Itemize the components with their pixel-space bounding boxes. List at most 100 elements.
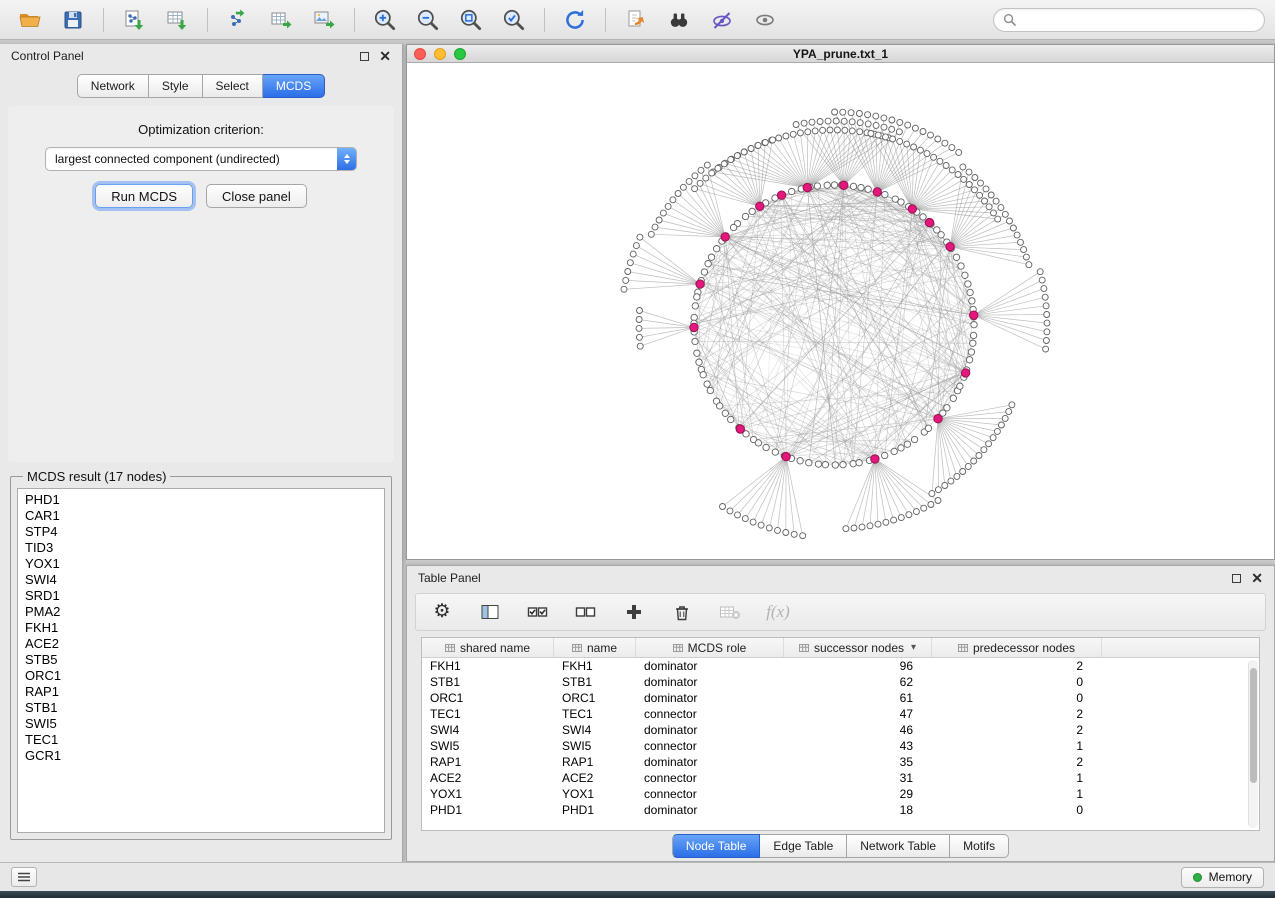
result-node-item[interactable]: ACE2 — [18, 636, 384, 652]
export-table-button[interactable] — [261, 5, 301, 35]
tab-network[interactable]: Network — [77, 74, 149, 98]
table-row[interactable]: RAP1RAP1dominator352 — [422, 754, 1259, 770]
share-document-button[interactable] — [616, 5, 656, 35]
sort-chevron-icon[interactable]: ▾ — [911, 642, 916, 653]
column-type-icon — [673, 643, 683, 653]
table-cell: connector — [636, 707, 784, 721]
result-node-item[interactable]: STB5 — [18, 652, 384, 668]
result-node-item[interactable]: ORC1 — [18, 668, 384, 684]
zoom-fit-button[interactable] — [451, 5, 491, 35]
import-network-button[interactable] — [114, 5, 154, 35]
result-node-item[interactable]: TID3 — [18, 540, 384, 556]
table-row[interactable]: PHD1PHD1dominator180 — [422, 802, 1259, 818]
result-node-item[interactable]: TEC1 — [18, 732, 384, 748]
close-panel-icon[interactable]: ✕ — [1251, 573, 1263, 583]
result-node-item[interactable]: GCR1 — [18, 748, 384, 764]
result-node-item[interactable]: RAP1 — [18, 684, 384, 700]
result-node-item[interactable]: SWI5 — [18, 716, 384, 732]
result-node-item[interactable]: PHD1 — [18, 492, 384, 508]
import-table-icon — [165, 8, 189, 32]
optimization-criterion-select[interactable]: largest connected component (undirected) — [45, 147, 357, 171]
result-node-item[interactable]: FKH1 — [18, 620, 384, 636]
show-columns-button[interactable] — [478, 599, 502, 625]
table-cell: PHD1 — [554, 803, 636, 817]
column-header-successor-nodes[interactable]: successor nodes▾ — [784, 638, 932, 657]
delete-table-icon — [719, 603, 741, 621]
table-row[interactable]: TEC1TEC1connector472 — [422, 706, 1259, 722]
export-network-button[interactable] — [218, 5, 258, 35]
result-node-item[interactable]: SRD1 — [18, 588, 384, 604]
delete-column-button[interactable] — [670, 599, 694, 625]
table-row[interactable]: SWI5SWI5connector431 — [422, 738, 1259, 754]
find-button[interactable] — [659, 5, 699, 35]
export-image-button[interactable] — [304, 5, 344, 35]
minimize-window-icon[interactable] — [434, 48, 446, 60]
table-row[interactable]: ORC1ORC1dominator610 — [422, 690, 1259, 706]
table-cell: 61 — [784, 691, 932, 705]
network-canvas[interactable] — [407, 63, 1274, 559]
open-session-button[interactable] — [10, 5, 50, 35]
refresh-view-button[interactable] — [555, 5, 595, 35]
show-graphics-button[interactable] — [745, 5, 785, 35]
float-window-icon[interactable] — [360, 52, 369, 61]
search-input[interactable] — [1022, 13, 1255, 27]
zoom-selected-button[interactable] — [494, 5, 534, 35]
result-node-item[interactable]: YOX1 — [18, 556, 384, 572]
result-node-item[interactable]: SWI4 — [18, 572, 384, 588]
table-row[interactable]: STB1STB1dominator620 — [422, 674, 1259, 690]
panel-menu-button[interactable] — [11, 867, 37, 887]
maximize-window-icon[interactable] — [454, 48, 466, 60]
search-field[interactable] — [993, 8, 1265, 32]
main-toolbar — [0, 0, 1275, 40]
table-cell: dominator — [636, 675, 784, 689]
tab-motifs[interactable]: Motifs — [950, 834, 1009, 858]
scrollbar-thumb[interactable] — [1250, 668, 1257, 783]
result-node-item[interactable]: STP4 — [18, 524, 384, 540]
close-window-icon[interactable] — [414, 48, 426, 60]
import-table-button[interactable] — [157, 5, 197, 35]
tab-node-table[interactable]: Node Table — [672, 834, 761, 858]
column-header-shared-name[interactable]: shared name — [422, 638, 554, 657]
table-cell: connector — [636, 771, 784, 785]
zoom-in-button[interactable] — [365, 5, 405, 35]
tab-select[interactable]: Select — [203, 74, 263, 98]
result-node-item[interactable]: CAR1 — [18, 508, 384, 524]
add-column-button[interactable] — [622, 599, 646, 625]
tab-edge-table[interactable]: Edge Table — [760, 834, 847, 858]
column-header-filler — [1102, 638, 1259, 657]
column-header-label: name — [587, 641, 617, 655]
table-row[interactable]: SWI4SWI4dominator462 — [422, 722, 1259, 738]
table-row[interactable]: ACE2ACE2connector311 — [422, 770, 1259, 786]
function-builder-button[interactable]: f(x) — [766, 599, 790, 625]
column-header-MCDS-role[interactable]: MCDS role — [636, 638, 784, 657]
table-row[interactable]: YOX1YOX1connector291 — [422, 786, 1259, 802]
tab-mcds[interactable]: MCDS — [263, 74, 325, 98]
tab-style[interactable]: Style — [149, 74, 203, 98]
memory-status-icon — [1193, 873, 1202, 882]
close-panel-icon[interactable]: ✕ — [379, 51, 391, 61]
memory-button[interactable]: Memory — [1181, 867, 1264, 888]
close-panel-button[interactable]: Close panel — [206, 184, 307, 208]
hide-graphics-button[interactable] — [702, 5, 742, 35]
result-node-item[interactable]: STB1 — [18, 700, 384, 716]
zoom-out-button[interactable] — [408, 5, 448, 35]
run-mcds-button[interactable]: Run MCDS — [95, 184, 193, 208]
network-graph[interactable] — [407, 63, 1275, 559]
share-document-icon — [624, 8, 648, 32]
table-row[interactable]: FKH1FKH1dominator962 — [422, 658, 1259, 674]
column-header-label: shared name — [460, 641, 530, 655]
table-cell: SWI5 — [554, 739, 636, 753]
save-session-button[interactable] — [53, 5, 93, 35]
column-header-predecessor-nodes[interactable]: predecessor nodes — [932, 638, 1102, 657]
control-panel-tabs: NetworkStyleSelectMCDS — [77, 74, 325, 98]
result-node-item[interactable]: PMA2 — [18, 604, 384, 620]
export-table-icon — [269, 8, 293, 32]
delete-table-button[interactable] — [718, 599, 742, 625]
gear-icon[interactable]: ⚙ — [430, 599, 454, 625]
float-window-icon[interactable] — [1232, 574, 1241, 583]
column-header-name[interactable]: name — [554, 638, 636, 657]
tab-network-table[interactable]: Network Table — [847, 834, 950, 858]
table-scrollbar[interactable] — [1248, 660, 1258, 828]
deselect-all-button[interactable] — [574, 599, 598, 625]
select-all-button[interactable] — [526, 599, 550, 625]
